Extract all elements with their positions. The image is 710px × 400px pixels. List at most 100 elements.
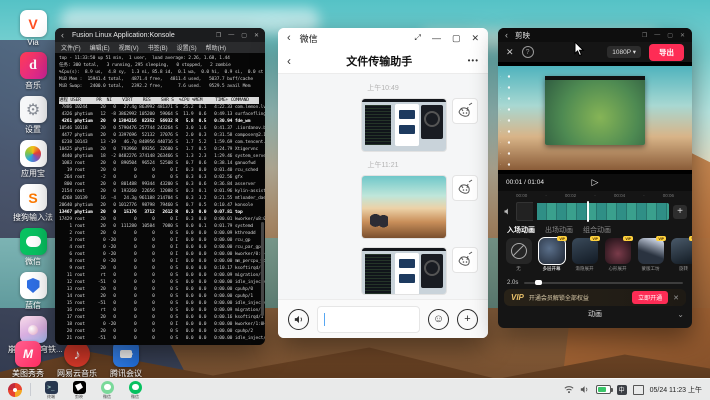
restore-button[interactable]: ❐	[216, 32, 221, 39]
screenshot-tool-icon[interactable]	[633, 385, 644, 395]
close-icon[interactable]: ✕	[673, 294, 679, 302]
wechat-window: ‹ 微信 ⤢ — ▢ ✕ ‹ 文件传输助手 ••• 上午10:49	[278, 28, 488, 338]
more-icon[interactable]: •••	[468, 56, 479, 65]
process-row: 13 root 20 0 0 0 0 S 0.0 0.0 0:00.00 cpu…	[59, 286, 265, 293]
vip-subscribe-button[interactable]: 立即开通	[632, 291, 668, 304]
launcher-icon[interactable]	[8, 383, 22, 397]
export-button[interactable]: 导出	[649, 44, 684, 61]
effect-无[interactable]: 无	[505, 238, 532, 278]
collapse-icon[interactable]: ⌄	[677, 310, 684, 319]
add-clip-button[interactable]: +	[673, 205, 687, 219]
timeline-track[interactable]: +	[498, 200, 692, 223]
desktop-icon-netease[interactable]: ♪网易云音乐	[57, 341, 97, 379]
taskbar-app-jy[interactable]: 剪映	[68, 381, 90, 399]
input-method-icon[interactable]: 中	[617, 385, 627, 395]
close-button[interactable]: ✕	[680, 32, 685, 39]
effect-旋转[interactable]: VIP旋转	[670, 238, 692, 278]
effect-渐隐展开[interactable]: VIP渐隐展开	[571, 238, 598, 278]
close-project-icon[interactable]: ✕	[506, 47, 514, 58]
top-summary-line: MiB Swap: 2400.0 total, 2392.2 free, 7.6…	[59, 83, 265, 90]
menu-item[interactable]: 设置(S)	[177, 43, 197, 52]
desktop-icon-music[interactable]: d音乐	[8, 52, 58, 91]
volume-icon[interactable]	[580, 385, 590, 394]
sent-image-screenshot[interactable]	[361, 98, 447, 152]
tab-出场动画[interactable]: 出场动画	[545, 225, 573, 235]
editor-toolbar: ✕ ? 1080P ▾ 导出	[498, 42, 692, 62]
menu-item[interactable]: 文件(F)	[61, 43, 81, 52]
taskbar-clock[interactable]: 05/24 11:23 上午	[650, 385, 702, 395]
video-clip[interactable]	[537, 203, 669, 220]
process-row: 19 root 20 0 0 0 0 I 0.3 0.0 0:01.40 rcu…	[59, 167, 265, 174]
desktop-icon-sogou[interactable]: S搜狗输入法	[8, 184, 58, 223]
menu-item[interactable]: 视图(V)	[119, 43, 139, 52]
taskbar-app-wc1[interactable]: 微信	[96, 381, 118, 399]
ruler-tick: -	[576, 193, 614, 198]
top-summary-line: top - 11:33:50 up 51 min, 1 user, load a…	[59, 55, 265, 62]
wifi-icon[interactable]	[564, 385, 574, 394]
desktop-icon-meeting[interactable]: 腾讯会议	[106, 341, 146, 379]
tab-入场动画[interactable]: 入场动画	[507, 225, 535, 235]
taskbar-app-konsole[interactable]: >_终端	[40, 381, 62, 399]
maximize-button[interactable]: ▢	[667, 32, 673, 39]
battery-icon[interactable]	[596, 385, 611, 394]
desktop-icon-row: M美图秀秀♪网易云音乐腾讯会议	[8, 341, 146, 379]
help-icon[interactable]: ?	[522, 46, 534, 58]
play-button[interactable]: ▷	[592, 177, 599, 188]
sent-image-wallpaper[interactable]	[361, 175, 447, 239]
maximize-button[interactable]: ▢	[241, 32, 247, 39]
menu-item[interactable]: 编辑(E)	[90, 43, 110, 52]
konsole-titlebar[interactable]: ‹ Fusion Linux Application:Konsole ❐ — ▢…	[55, 28, 265, 42]
terminal-output[interactable]: top - 11:33:50 up 51 min, 1 user, load a…	[55, 53, 265, 345]
chat-input-bar: ☺ +	[278, 299, 488, 338]
desktop-icon-appstore[interactable]: 应用宝	[8, 140, 58, 179]
effect-多层开幕[interactable]: VIP多层开幕	[538, 238, 565, 278]
minimize-button[interactable]: —	[654, 32, 660, 39]
chat-title: 文件传输助手	[291, 53, 468, 69]
close-button[interactable]: ✕	[254, 32, 259, 39]
back-icon[interactable]: ‹	[287, 32, 291, 44]
back-icon[interactable]: ‹	[61, 30, 64, 40]
avatar[interactable]	[452, 247, 478, 273]
taskbar-app-wc2[interactable]: 微信	[124, 381, 146, 399]
playback-controls: 00:01 / 01:04 ▷	[498, 174, 692, 191]
resolution-dropdown[interactable]: 1080P ▾	[607, 46, 641, 58]
playhead[interactable]	[587, 201, 589, 222]
maximize-button[interactable]: ▢	[452, 33, 461, 44]
restore-button[interactable]: ❐	[642, 32, 647, 39]
message-input[interactable]	[317, 306, 420, 333]
clip-cover[interactable]	[516, 202, 533, 221]
tab-组合动画[interactable]: 组合动画	[583, 225, 611, 235]
minimize-button[interactable]: —	[228, 32, 234, 39]
emoji-icon[interactable]: ☺	[428, 309, 449, 330]
avatar[interactable]	[452, 98, 478, 124]
scrollbar[interactable]	[261, 222, 264, 315]
mute-icon[interactable]	[503, 203, 512, 221]
sent-image-screenshot[interactable]	[361, 247, 447, 295]
menu-item[interactable]: 帮助(H)	[206, 43, 226, 52]
taskbar-app-label: 微信	[124, 395, 146, 399]
chat-message-list[interactable]: 上午10:49 上午11:21	[278, 74, 488, 299]
restore-button[interactable]: ⤢	[415, 33, 421, 43]
desktop-icon-meitu[interactable]: M美图秀秀	[8, 341, 48, 379]
plus-icon[interactable]: +	[457, 309, 478, 330]
back-icon[interactable]: ‹	[505, 30, 508, 40]
voice-icon[interactable]	[288, 309, 309, 330]
wc1-glyph	[104, 384, 111, 390]
video-preview[interactable]	[498, 62, 692, 174]
duration-slider[interactable]	[524, 282, 683, 284]
minimize-button[interactable]: —	[432, 33, 441, 43]
desktop-icon-settings[interactable]: ⚙设置	[8, 96, 58, 135]
close-button[interactable]: ✕	[471, 33, 479, 44]
slider-handle[interactable]	[535, 280, 542, 285]
menu-item[interactable]: 书签(B)	[148, 43, 168, 52]
avatar[interactable]	[452, 175, 478, 201]
effect-蒙版工坊[interactable]: VIP蒙版工坊	[637, 238, 664, 278]
top-summary-line	[59, 90, 265, 97]
vip-badge: VIP	[557, 236, 567, 241]
desktop-icon-via[interactable]: VVia	[8, 10, 58, 47]
desktop-icon-lanxin[interactable]: 蓝信	[8, 272, 58, 311]
effect-心形展开[interactable]: VIP心形展开	[604, 238, 631, 278]
wechat-titlebar[interactable]: ‹ 微信 ⤢ — ▢ ✕	[278, 28, 488, 48]
desktop-icon-wechat[interactable]: 微信	[8, 228, 58, 267]
jianying-titlebar[interactable]: ‹ 剪映 ❐ — ▢ ✕	[498, 28, 692, 42]
